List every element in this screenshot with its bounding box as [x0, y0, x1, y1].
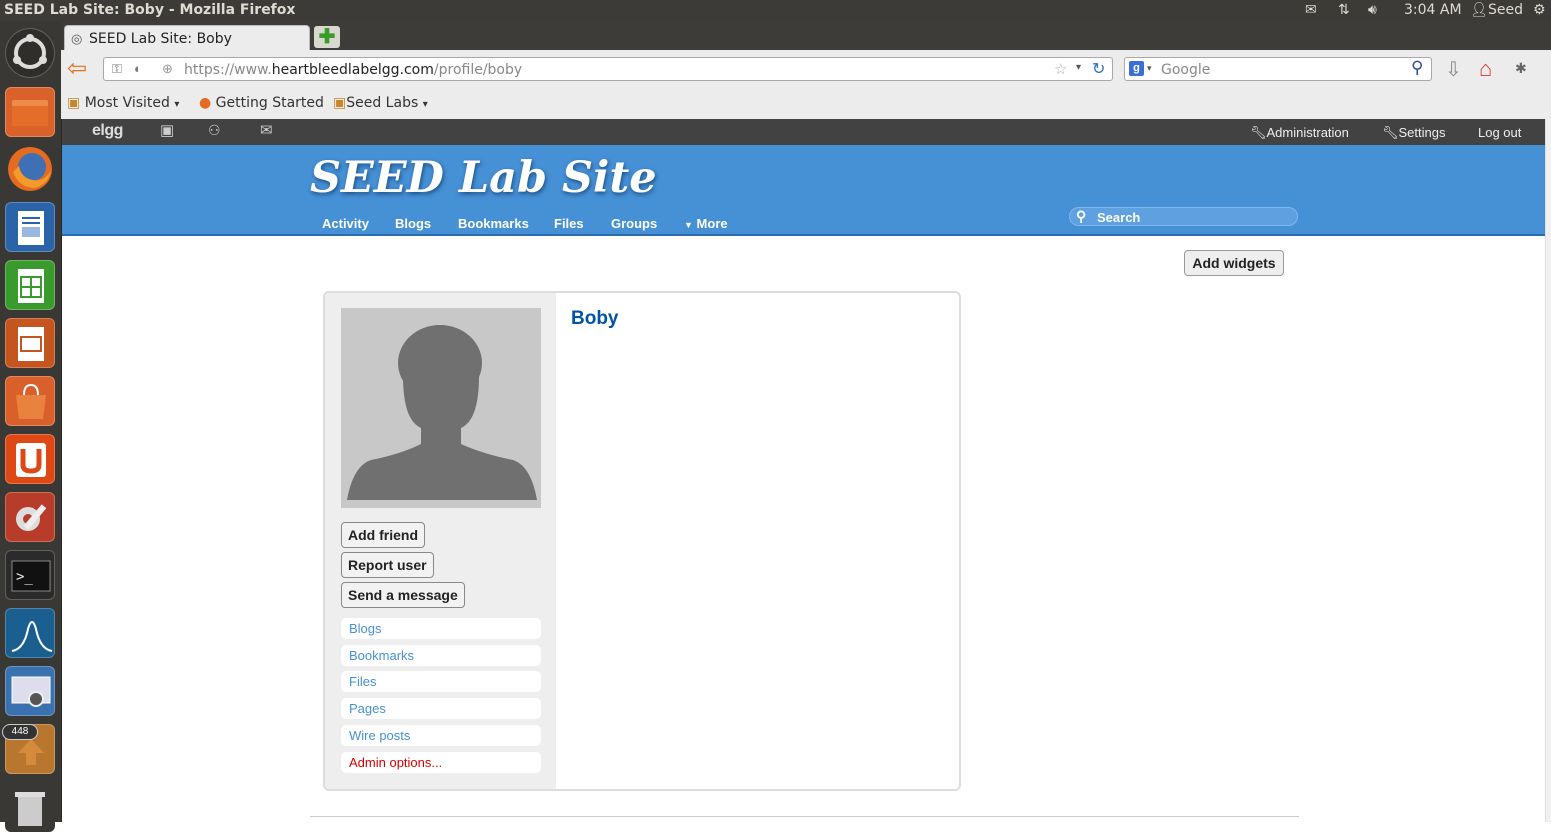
site-search-placeholder: Search	[1097, 210, 1141, 225]
page-loading-icon: ◎	[71, 31, 83, 46]
trash-icon[interactable]	[5, 782, 55, 832]
administration-link[interactable]: 🔧︎Administration	[1250, 125, 1349, 141]
calc-icon[interactable]	[5, 260, 55, 310]
globe-icon: ⊕	[162, 61, 173, 76]
back-arrow-icon[interactable]: ⇦	[67, 56, 95, 82]
power-gear-icon[interactable]: ⚙	[1533, 2, 1546, 18]
site-header: SEED Lab Site Activity Blogs Bookmarks F…	[62, 145, 1545, 236]
default-avatar-silhouette-icon	[341, 308, 541, 508]
firefox-icon[interactable]	[5, 144, 55, 194]
page-scrollbar[interactable]	[1545, 119, 1551, 822]
downloads-icon[interactable]: ⇩	[1445, 57, 1462, 82]
search-bar[interactable]: g ▾ Google ⚲	[1124, 57, 1432, 81]
ubuntu-dash-icon[interactable]	[5, 28, 55, 78]
engine-dropdown-icon[interactable]: ▾	[1147, 63, 1152, 74]
tab-strip: ◎ SEED Lab Site: Boby ✚	[61, 22, 1551, 50]
site-search-input[interactable]: ⚲ Search	[1069, 207, 1298, 226]
owner-link-blogs[interactable]: Blogs	[341, 618, 541, 639]
user-icon[interactable]: 👤︎	[1470, 2, 1488, 18]
menu-groups[interactable]: Groups	[611, 216, 657, 231]
owner-block: Add friend Report user Send a message Bl…	[325, 293, 556, 789]
add-friend-button[interactable]: Add friend	[341, 522, 425, 548]
owner-link-files[interactable]: Files	[341, 671, 541, 692]
window-title: SEED Lab Site: Boby - Mozilla Firefox	[4, 2, 296, 18]
volume-icon[interactable]: 🔊︎	[1368, 2, 1377, 18]
bookmark-seed-labs[interactable]: ▣Seed Labs ▾	[333, 95, 428, 111]
files-icon[interactable]	[5, 87, 55, 137]
new-tab-button[interactable]: ✚	[314, 26, 340, 48]
wireshark-icon[interactable]	[5, 608, 55, 658]
reload-icon[interactable]: ↻	[1092, 59, 1105, 79]
user-name[interactable]: Seed	[1488, 2, 1523, 18]
svg-text:>_: >_	[16, 569, 33, 585]
ubuntu-one-icon[interactable]	[5, 434, 55, 484]
menu-activity[interactable]: Activity	[322, 216, 369, 231]
menu-bookmarks[interactable]: Bookmarks	[458, 216, 529, 231]
navigation-bar: ⇦ ⚿ ◐ ⊕ https://www.heartbleedlabelgg.co…	[61, 50, 1551, 89]
wrench-icon: 🔧︎	[1250, 125, 1267, 140]
mail-icon[interactable]: ✉	[1305, 2, 1317, 18]
shield-icon[interactable]: ◐	[134, 61, 142, 76]
owner-link-wire-posts[interactable]: Wire posts	[341, 725, 541, 746]
network-icon[interactable]: ⇅	[1338, 2, 1350, 18]
settings-link[interactable]: 🔧︎Settings	[1382, 125, 1446, 141]
menu-files[interactable]: Files	[554, 216, 584, 231]
bookmark-star-icon[interactable]: ☆	[1054, 60, 1067, 78]
friends-icon[interactable]: ⚇	[208, 122, 221, 139]
system-settings-icon[interactable]	[5, 492, 55, 542]
tab-title: SEED Lab Site: Boby	[89, 31, 232, 47]
url-bar[interactable]: ⚿ ◐ ⊕ https://www.heartbleedlabelgg.com/…	[103, 57, 1113, 81]
os-top-panel: SEED Lab Site: Boby - Mozilla Firefox ✉ …	[0, 0, 1551, 22]
clock[interactable]: 3:04 AM	[1404, 2, 1462, 18]
menu-blogs[interactable]: Blogs	[395, 216, 431, 231]
owner-link-bookmarks[interactable]: Bookmarks	[341, 645, 541, 666]
send-message-button[interactable]: Send a message	[341, 582, 465, 608]
elgg-topbar: elgg ▣ ⚇ ✉ 🔧︎Administration 🔧︎Settings L…	[62, 119, 1545, 146]
admin-options-link[interactable]: Admin options...	[341, 752, 541, 773]
search-bar-placeholder: Google	[1161, 62, 1211, 78]
update-badge: 448	[2, 724, 38, 740]
report-user-button[interactable]: Report user	[341, 552, 434, 578]
addon-icon[interactable]: ✱	[1515, 60, 1527, 77]
logout-link[interactable]: Log out	[1478, 125, 1521, 140]
bookmarks-toolbar: ▣ Most Visited ▾ ● Getting Started ▣Seed…	[61, 88, 1551, 119]
folder-icon: ▣	[67, 95, 81, 111]
owner-link-pages[interactable]: Pages	[341, 698, 541, 719]
firefox-small-icon: ●	[199, 95, 212, 111]
url-dropdown-icon[interactable]: ▾	[1076, 62, 1081, 73]
messages-icon[interactable]: ✉	[260, 121, 273, 139]
screenshot-icon[interactable]	[5, 666, 55, 716]
menu-more[interactable]: ▼ More	[684, 216, 728, 231]
terminal-icon[interactable]: >_	[5, 550, 55, 600]
avatar[interactable]	[341, 308, 541, 508]
profile-box: Add friend Report user Send a message Bl…	[323, 291, 961, 791]
add-widgets-button[interactable]: Add widgets	[1184, 250, 1284, 276]
home-icon[interactable]: ⌂	[1479, 56, 1492, 82]
bookmark-getting-started[interactable]: ● Getting Started	[199, 95, 324, 111]
search-icon: ⚲	[1076, 208, 1087, 224]
site-name[interactable]: SEED Lab Site	[310, 153, 657, 203]
impress-icon[interactable]	[5, 318, 55, 368]
profile-icon[interactable]: ▣	[160, 121, 174, 139]
unity-launcher: >_ 448	[0, 22, 62, 832]
dropdown-arrow-icon: ▼	[684, 220, 693, 230]
search-icon[interactable]: ⚲	[1411, 58, 1423, 78]
footer-divider	[310, 816, 1299, 817]
wrench-icon: 🔧︎	[1382, 125, 1399, 140]
tab-active[interactable]: ◎ SEED Lab Site: Boby	[64, 25, 310, 50]
google-engine-icon[interactable]: g	[1129, 61, 1144, 76]
folder-icon: ▣	[333, 95, 347, 111]
writer-icon[interactable]	[5, 202, 55, 252]
elgg-logo[interactable]: elgg	[92, 122, 123, 140]
bookmark-most-visited[interactable]: ▣ Most Visited ▾	[67, 95, 179, 111]
url-text: https://www.heartbleedlabelgg.com/profil…	[184, 62, 523, 78]
identity-key-icon[interactable]: ⚿	[112, 61, 122, 77]
software-center-icon[interactable]	[5, 376, 55, 426]
profile-name[interactable]: Boby	[571, 308, 619, 330]
